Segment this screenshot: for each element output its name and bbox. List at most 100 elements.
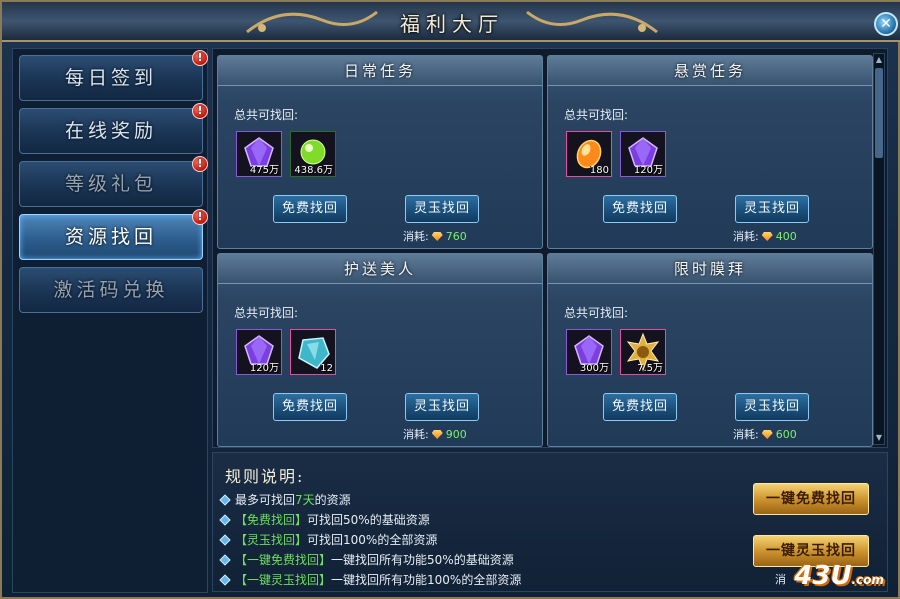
rule-text: 一键找回所有功能100%的全部资源 — [331, 573, 522, 587]
rule-line: 【一键免费找回】一键找回所有功能50%的基础资源 — [219, 551, 514, 568]
diamond-bullet-icon — [219, 574, 231, 586]
item-qty: 12 — [320, 363, 333, 374]
nav-label: 激活码兑换 — [53, 279, 169, 301]
cost-label: 消耗: — [733, 428, 759, 441]
scroll-up-icon[interactable]: ▲ — [874, 54, 884, 66]
jade-gem-icon — [761, 232, 773, 241]
cost-label: 消耗: — [403, 230, 429, 243]
nav-label: 资源找回 — [64, 226, 157, 248]
scroll-thumb[interactable] — [875, 68, 883, 158]
jade-gem-icon — [431, 232, 443, 241]
card-daily-task: 日常任务 总共可找回: 475万 438.6万 免费找回 灵玉找回 消耗: 760 — [217, 55, 543, 249]
nav-level-gift[interactable]: 等级礼包 ! — [19, 156, 208, 207]
diamond-bullet-icon — [219, 534, 231, 546]
free-recover-button[interactable]: 免费找回 — [603, 195, 677, 223]
nav-resource-recovery[interactable]: 资源找回 ! — [19, 209, 208, 260]
cost: 消耗: 900 — [403, 426, 467, 442]
welfare-hall-window: 福利大厅 ✕ 每日签到 ! 在线奖励 ! 等级礼包 ! 资源找回 ! 激活码兑换… — [0, 0, 900, 599]
jade-recover-button[interactable]: 灵玉找回 — [405, 195, 479, 223]
alert-badge: ! — [192, 50, 208, 66]
total-label: 总共可找回: — [564, 108, 629, 122]
card-title: 悬赏任务 — [548, 56, 872, 86]
alert-badge: ! — [192, 209, 208, 225]
scrollbar[interactable]: ▲ ▼ — [873, 53, 885, 445]
rule-highlight: 【灵玉找回】 — [235, 533, 308, 547]
rule-highlight: 【一键灵玉找回】 — [235, 573, 332, 587]
rule-line: 【灵玉找回】可找回100%的全部资源 — [219, 531, 438, 548]
cost-label: 消耗: — [403, 428, 429, 441]
jade-recover-button[interactable]: 灵玉找回 — [405, 393, 479, 421]
rule-highlight: 7天 — [295, 493, 315, 507]
rule-text: 可找回100%的全部资源 — [307, 533, 438, 547]
alert-badge: ! — [192, 156, 208, 172]
card-bounty-task: 悬赏任务 总共可找回: 180 120万 免费找回 灵玉找回 消耗: 400 — [547, 55, 873, 249]
window-title: 福利大厅 — [400, 12, 504, 36]
item-qty: 475万 — [249, 165, 279, 176]
cost-value: 600 — [775, 428, 797, 441]
watermark-brand: 43U — [794, 561, 852, 591]
rule-text: 的资源 — [314, 493, 351, 507]
item-slot[interactable]: 120万 — [620, 131, 666, 177]
alert-badge: ! — [192, 103, 208, 119]
card-title: 护送美人 — [218, 254, 542, 284]
free-recover-button[interactable]: 免费找回 — [273, 393, 347, 421]
nav-activation-code[interactable]: 激活码兑换 — [19, 267, 203, 313]
cost-label: 消耗: — [733, 230, 759, 243]
rule-highlight: 【免费找回】 — [235, 513, 308, 527]
item-qty: 300万 — [579, 363, 609, 374]
nav-daily-checkin[interactable]: 每日签到 ! — [19, 50, 208, 101]
rule-line: 【一键灵玉找回】一键找回所有功能100%的全部资源 — [219, 571, 522, 588]
recovery-panel: 日常任务 总共可找回: 475万 438.6万 免费找回 灵玉找回 消耗: 760 — [212, 48, 888, 448]
cost-value: 900 — [445, 428, 467, 441]
close-icon[interactable]: ✕ — [874, 12, 898, 36]
jade-gem-icon — [431, 430, 443, 439]
card-limited-worship: 限时膜拜 总共可找回: 300万 7.5万 免费找回 灵玉找回 消耗: 600 — [547, 253, 873, 447]
item-slot[interactable]: 7.5万 — [620, 329, 666, 375]
free-recover-all-button[interactable]: 一键免费找回 — [753, 483, 869, 515]
nav-label: 等级礼包 — [64, 173, 157, 195]
item-qty: 180 — [589, 165, 609, 176]
diamond-bullet-icon — [219, 554, 231, 566]
rule-text: 一键找回所有功能50%的基础资源 — [331, 553, 514, 567]
rules-panel: 规则说明: 最多可找回7天的资源 【免费找回】可找回50%的基础资源 【灵玉找回… — [212, 452, 888, 592]
item-qty: 120万 — [633, 165, 663, 176]
free-recover-button[interactable]: 免费找回 — [273, 195, 347, 223]
card-title: 日常任务 — [218, 56, 542, 86]
title-bar: 福利大厅 ✕ — [2, 2, 900, 42]
cost-value: 400 — [775, 230, 797, 243]
diamond-bullet-icon — [219, 514, 231, 526]
item-slot[interactable]: 475万 — [236, 131, 282, 177]
item-qty: 7.5万 — [637, 363, 663, 374]
cost: 消耗: 400 — [733, 228, 797, 244]
scroll-down-icon[interactable]: ▼ — [874, 432, 884, 444]
item-qty: 438.6万 — [294, 165, 333, 176]
jade-recover-button[interactable]: 灵玉找回 — [735, 393, 809, 421]
jade-recover-button[interactable]: 灵玉找回 — [735, 195, 809, 223]
item-slot[interactable]: 180 — [566, 131, 612, 177]
sidebar: 每日签到 ! 在线奖励 ! 等级礼包 ! 资源找回 ! 激活码兑换 — [12, 48, 208, 593]
total-label: 总共可找回: — [234, 108, 299, 122]
site-watermark-logo: 43U.com — [794, 561, 884, 591]
item-slot[interactable]: 300万 — [566, 329, 612, 375]
card-escort-beauty: 护送美人 总共可找回: 120万 12 免费找回 灵玉找回 消耗: 900 — [217, 253, 543, 447]
card-title: 限时膜拜 — [548, 254, 872, 284]
rule-highlight: 【一键免费找回】 — [235, 553, 332, 567]
nav-label: 每日签到 — [64, 67, 157, 89]
item-slot[interactable]: 120万 — [236, 329, 282, 375]
cost: 消耗: 760 — [403, 228, 467, 244]
free-recover-button[interactable]: 免费找回 — [603, 393, 677, 421]
nav-online-reward[interactable]: 在线奖励 ! — [19, 103, 208, 154]
cost-value: 760 — [445, 230, 467, 243]
cost: 消耗: 600 — [733, 426, 797, 442]
rule-line: 最多可找回7天的资源 — [219, 491, 351, 508]
item-qty: 120万 — [249, 363, 279, 374]
nav-label: 在线奖励 — [64, 120, 157, 142]
rule-line: 【免费找回】可找回50%的基础资源 — [219, 511, 430, 528]
item-slot[interactable]: 438.6万 — [290, 131, 336, 177]
item-slot[interactable]: 12 — [290, 329, 336, 375]
total-label: 总共可找回: — [564, 306, 629, 320]
rules-title: 规则说明: — [225, 467, 305, 486]
diamond-bullet-icon — [219, 494, 231, 506]
total-label: 总共可找回: — [234, 306, 299, 320]
rule-text: 可找回50%的基础资源 — [307, 513, 430, 527]
